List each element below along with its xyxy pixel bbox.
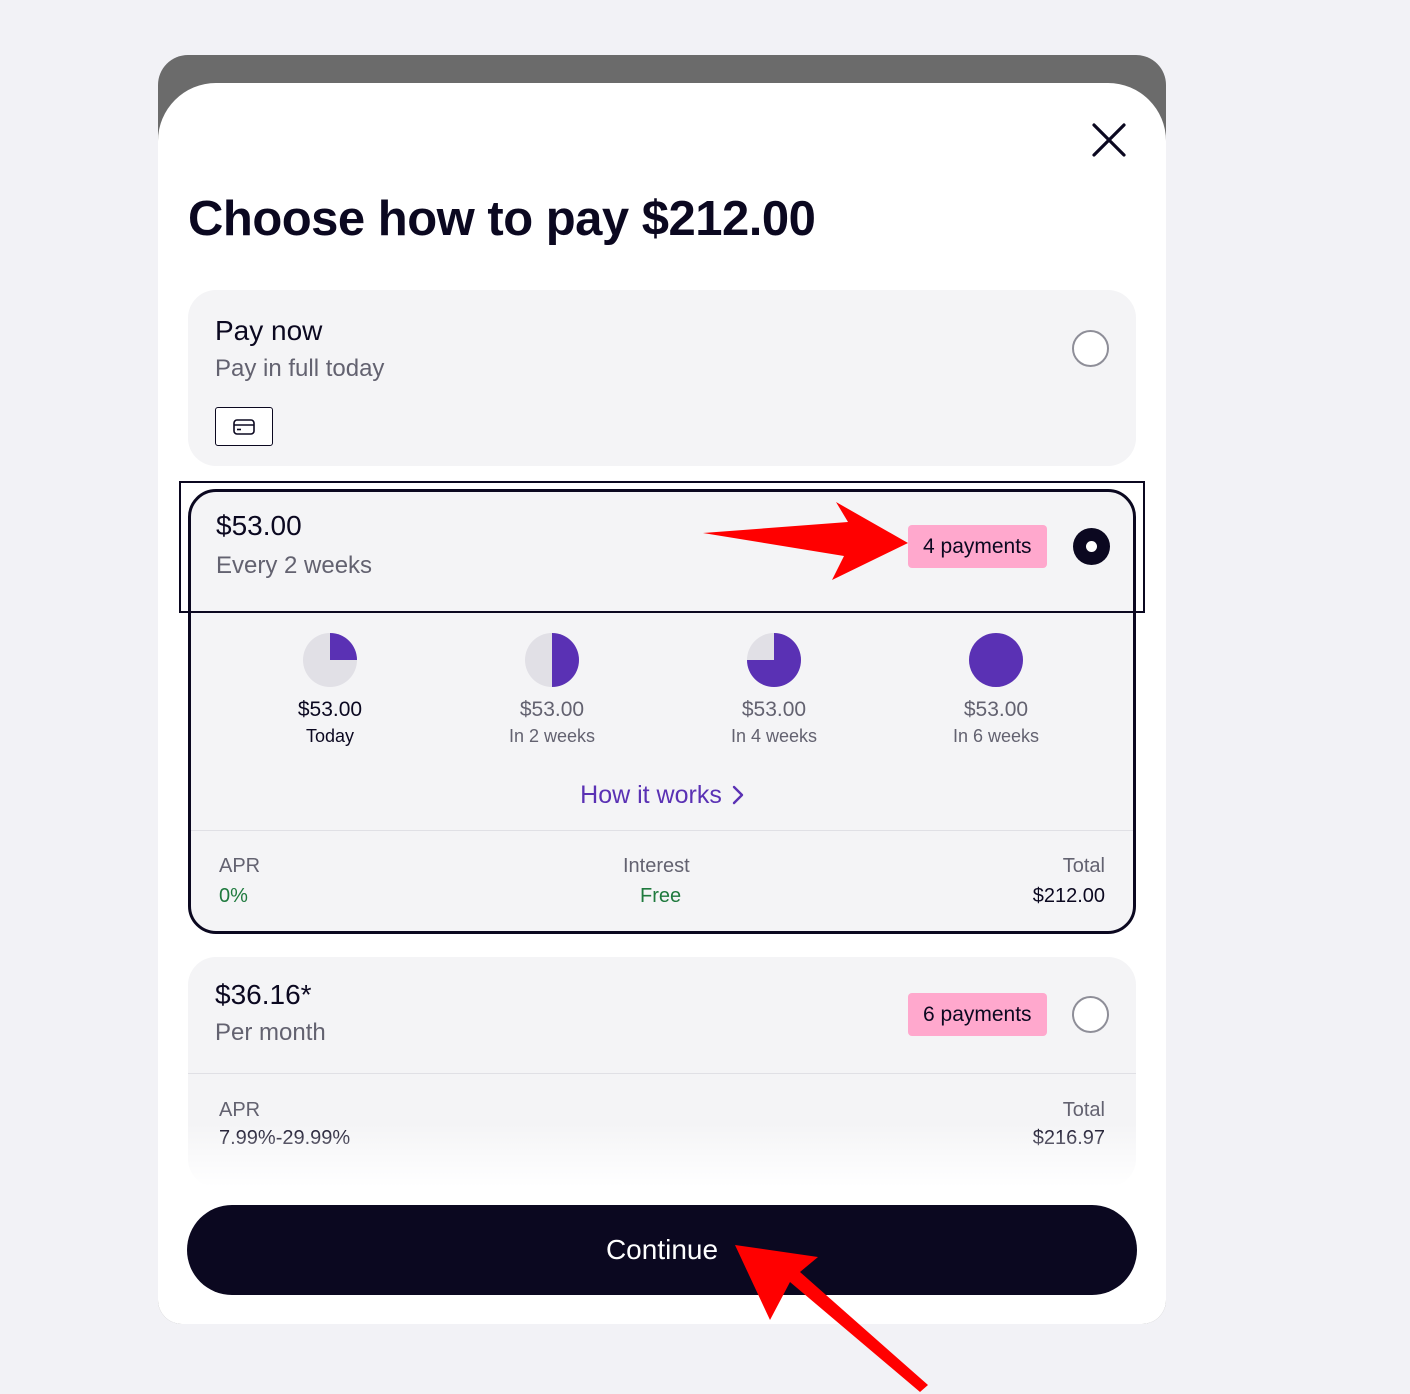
annotation-arrow-icon: [735, 1245, 928, 1392]
